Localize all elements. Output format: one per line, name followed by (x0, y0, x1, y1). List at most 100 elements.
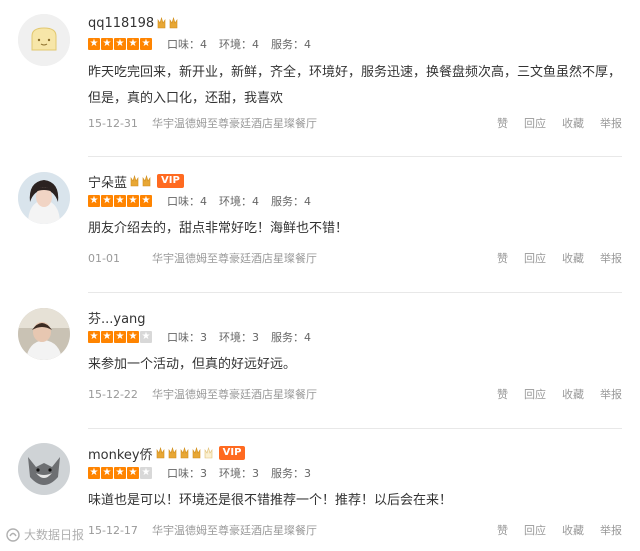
report-button[interactable]: 举报 (600, 250, 622, 266)
favorite-button[interactable]: 收藏 (562, 386, 584, 402)
favorite-button[interactable]: 收藏 (562, 522, 584, 538)
watermark: 大数据日报 (6, 526, 84, 543)
environment-score: 环境：3 (219, 467, 259, 480)
username-link[interactable]: 芬...yang (88, 308, 146, 327)
crown-icon (142, 175, 151, 187)
crown-icon (169, 17, 178, 29)
review-meta: 15-12-17 华宇温德姆至尊豪廷酒店星璨餐厅 赞 回应 收藏 举报 (88, 522, 622, 538)
star-icon (127, 37, 139, 50)
review-comment: 朋友介绍去的，甜点非常好吃！海鲜也不错！ (88, 221, 349, 236)
reply-button[interactable]: 回应 (524, 250, 546, 266)
reply-button[interactable]: 回应 (524, 522, 546, 538)
review-comment: 来参加一个活动，但真的好远好远。 (88, 357, 297, 372)
shop-link[interactable]: 华宇温德姆至尊豪廷酒店星璨餐厅 (152, 386, 317, 402)
taste-score: 口味：3 (167, 467, 207, 480)
review-actions: 赞 回应 收藏 举报 (497, 115, 622, 131)
service-score: 服务：3 (271, 467, 311, 480)
star-icon (114, 466, 126, 479)
like-button[interactable]: 赞 (497, 522, 508, 538)
review-date: 15-12-31 (88, 116, 138, 130)
review-date: 15-12-17 (88, 523, 138, 537)
user-photo-icon (18, 172, 70, 224)
environment-score: 环境：3 (219, 331, 259, 344)
user-row: 宁朵蓝 VIP (88, 172, 184, 191)
star-icon (88, 194, 100, 207)
username-link[interactable]: 宁朵蓝 (88, 172, 127, 191)
star-rating (88, 194, 153, 207)
star-rating (88, 37, 153, 50)
shop-link[interactable]: 华宇温德姆至尊豪廷酒店星璨餐厅 (152, 250, 317, 266)
watermark-text: 大数据日报 (24, 528, 85, 542)
favorite-button[interactable]: 收藏 (562, 250, 584, 266)
crown-icon (156, 447, 165, 459)
star-icon (101, 37, 113, 50)
review-comment: 味道也是可以！环境还是很不错推荐一个！推荐！以后会在来！ (88, 493, 453, 508)
avatar[interactable] (18, 172, 70, 224)
environment-score: 环境：4 (219, 195, 259, 208)
username-link[interactable]: monkey侨 (88, 444, 153, 463)
star-icon (127, 466, 139, 479)
divider (88, 292, 622, 293)
star-icon (88, 466, 100, 479)
crown-icon (180, 447, 189, 459)
report-button[interactable]: 举报 (600, 522, 622, 538)
review-date: 01-01 (88, 251, 120, 265)
user-row: monkey侨 VIP (88, 444, 246, 463)
review-comment: 昨天吃完回来，新开业，新鲜，齐全，环境好，服务迅速，换餐盘频次高，三文鱼虽然不厚… (88, 65, 622, 106)
avatar[interactable] (18, 443, 70, 495)
reply-button[interactable]: 回应 (524, 386, 546, 402)
taste-score: 口味：4 (167, 38, 207, 51)
service-score: 服务：4 (271, 38, 311, 51)
star-icon (140, 194, 152, 207)
user-row: qq118198 (88, 14, 178, 32)
environment-score: 环境：4 (219, 38, 259, 51)
username-link[interactable]: qq118198 (88, 16, 154, 31)
favorite-button[interactable]: 收藏 (562, 115, 584, 131)
star-icon (101, 194, 113, 207)
avatar[interactable] (18, 14, 70, 66)
wolf-avatar-icon (18, 443, 70, 495)
crown-icon (130, 175, 139, 187)
star-icon (114, 330, 126, 343)
divider (88, 428, 622, 429)
crown-icon (192, 447, 201, 459)
rating-row: 口味：4 环境：4 服务：4 (88, 193, 323, 209)
divider (88, 156, 622, 157)
taste-score: 口味：3 (167, 331, 207, 344)
report-button[interactable]: 举报 (600, 115, 622, 131)
star-icon (101, 466, 113, 479)
shop-link[interactable]: 华宇温德姆至尊豪廷酒店星璨餐厅 (152, 115, 317, 131)
star-icon (88, 37, 100, 50)
star-empty-icon (140, 330, 152, 343)
like-button[interactable]: 赞 (497, 115, 508, 131)
crown-icon (157, 17, 166, 29)
avatar[interactable] (18, 308, 70, 360)
shop-link[interactable]: 华宇温德姆至尊豪廷酒店星璨餐厅 (152, 522, 317, 538)
user-row: 芬...yang (88, 308, 146, 327)
star-icon (140, 37, 152, 50)
service-score: 服务：4 (271, 195, 311, 208)
star-icon (127, 330, 139, 343)
review-actions: 赞 回应 收藏 举报 (497, 386, 622, 402)
star-empty-icon (140, 466, 152, 479)
star-icon (88, 330, 100, 343)
review-actions: 赞 回应 收藏 举报 (497, 522, 622, 538)
toast-avatar-icon (18, 14, 70, 66)
star-rating (88, 330, 153, 343)
like-button[interactable]: 赞 (497, 250, 508, 266)
rating-row: 口味：3 环境：3 服务：4 (88, 329, 323, 345)
report-button[interactable]: 举报 (600, 386, 622, 402)
review-meta: 15-12-22 华宇温德姆至尊豪廷酒店星璨餐厅 赞 回应 收藏 举报 (88, 386, 622, 402)
rating-row: 口味：3 环境：3 服务：3 (88, 465, 323, 481)
reply-button[interactable]: 回应 (524, 115, 546, 131)
star-icon (101, 330, 113, 343)
service-score: 服务：4 (271, 331, 311, 344)
vip-badge: VIP (218, 446, 246, 460)
crown-icon (168, 447, 177, 459)
vip-badge: VIP (157, 174, 184, 188)
watermark-logo-icon (6, 527, 20, 542)
taste-score: 口味：4 (167, 195, 207, 208)
like-button[interactable]: 赞 (497, 386, 508, 402)
star-icon (127, 194, 139, 207)
crown-empty-icon (204, 447, 213, 459)
